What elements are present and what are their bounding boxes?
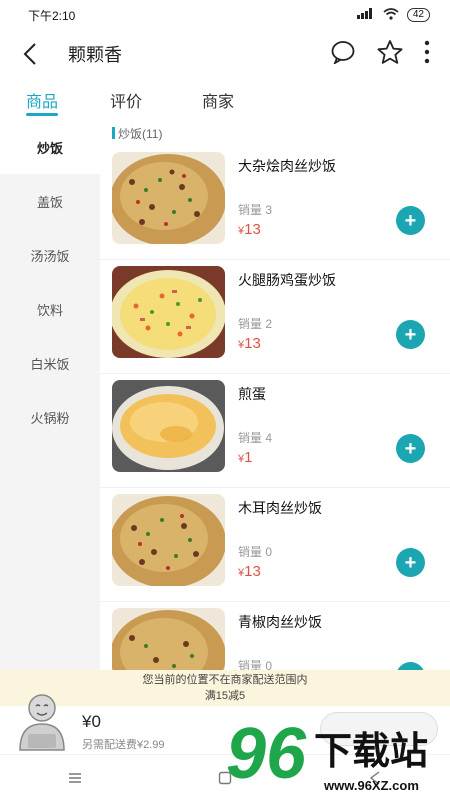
add-to-cart-button[interactable]: + xyxy=(396,548,425,577)
add-to-cart-button[interactable]: + xyxy=(396,662,425,670)
category-item-white-rice[interactable]: 白米饭 xyxy=(0,336,100,390)
cart-total: ¥0 xyxy=(82,712,101,731)
svg-text:96: 96 xyxy=(226,714,307,794)
fried-rice-image xyxy=(112,152,225,244)
status-icons: 42 xyxy=(356,7,430,23)
egg-fried-rice-image xyxy=(112,266,225,358)
section-title: 炒饭(11) xyxy=(118,126,163,141)
tab-bar: 商品 评价 商家 xyxy=(0,84,450,120)
more-button[interactable] xyxy=(424,40,430,69)
plus-icon: + xyxy=(404,551,417,574)
plus-icon: + xyxy=(404,437,417,460)
product-item[interactable]: 青椒肉丝炒饭 销量 0 ¥13 + xyxy=(100,602,450,670)
category-sidebar: 炒饭 盖饭 汤汤饭 饮料 白米饭 火锅粉 xyxy=(0,120,100,670)
wifi-icon xyxy=(383,7,399,23)
favorite-button[interactable] xyxy=(376,39,404,70)
product-name: 青椒肉丝炒饭 xyxy=(238,614,322,630)
site-watermark: 96 下载站 www.96XZ.com xyxy=(226,712,450,800)
svg-text:下载站: 下载站 xyxy=(314,731,428,773)
fried-rice-image xyxy=(112,608,225,670)
category-item-rice-bowl[interactable]: 盖饭 xyxy=(0,174,100,228)
product-item[interactable]: 木耳肉丝炒饭 销量 0 ¥13 + xyxy=(100,488,450,602)
product-sales: 销量 0 xyxy=(238,659,273,670)
product-sales: 销量 0 xyxy=(238,545,273,559)
product-item[interactable]: 火腿肠鸡蛋炒饭 销量 2 ¥13 + xyxy=(100,260,450,374)
product-price: ¥13 xyxy=(238,221,261,238)
page-title: 颗颗香 xyxy=(68,45,122,65)
price-value: 1 xyxy=(244,449,253,466)
product-name: 煎蛋 xyxy=(238,386,266,402)
price-value: 13 xyxy=(244,221,261,238)
product-name: 木耳肉丝炒饭 xyxy=(238,500,322,516)
status-bar: 下午2:10 42 xyxy=(0,0,450,30)
back-arrow-icon xyxy=(23,43,36,65)
category-item-soup-rice[interactable]: 汤汤饭 xyxy=(0,228,100,282)
price-value: 13 xyxy=(244,335,261,352)
product-sales: 销量 2 xyxy=(238,317,273,331)
battery-indicator: 42 xyxy=(406,8,430,22)
product-price: ¥13 xyxy=(238,335,261,352)
status-time: 下午2:10 xyxy=(28,8,76,23)
product-item[interactable]: 大杂烩肉丝炒饭 销量 3 ¥13 + xyxy=(100,146,450,260)
price-value: 13 xyxy=(244,563,261,580)
chat-bubble-icon xyxy=(331,40,355,65)
tab-merchant[interactable]: 商家 xyxy=(202,84,234,116)
more-vertical-icon xyxy=(424,40,430,63)
add-to-cart-button[interactable]: + xyxy=(396,320,425,349)
product-price: ¥13 xyxy=(238,563,261,580)
signal-icon xyxy=(356,8,375,22)
header-actions xyxy=(330,39,450,70)
section-header: 炒饭(11) xyxy=(100,120,450,146)
cart-button[interactable] xyxy=(14,690,70,752)
product-price: ¥1 xyxy=(238,449,252,466)
product-item[interactable]: 煎蛋 销量 4 ¥1 + xyxy=(100,374,450,488)
cart-avatar-icon xyxy=(19,694,65,751)
add-to-cart-button[interactable]: + xyxy=(396,206,425,235)
plus-icon: + xyxy=(404,209,417,232)
category-item-drinks[interactable]: 饮料 xyxy=(0,282,100,336)
app-header: 颗颗香 xyxy=(0,30,450,78)
menu-icon xyxy=(69,772,81,783)
category-item-hotpot-noodles[interactable]: 火锅粉 xyxy=(0,390,100,444)
chat-button[interactable] xyxy=(330,40,356,69)
svg-text:www.96XZ.com: www.96XZ.com xyxy=(323,778,419,793)
product-sales: 销量 3 xyxy=(238,203,273,217)
star-icon xyxy=(377,39,403,64)
tab-reviews[interactable]: 评价 xyxy=(110,84,142,116)
notice-out-of-range: 您当前的位置不在商家配送范围内 xyxy=(142,674,308,686)
tab-products[interactable]: 商品 xyxy=(26,84,59,116)
back-button[interactable] xyxy=(0,43,60,65)
menu-nav-button[interactable] xyxy=(60,763,90,793)
fried-rice-image xyxy=(112,494,225,586)
delivery-fee: 另需配送费¥2.99 xyxy=(82,739,165,751)
product-name: 火腿肠鸡蛋炒饭 xyxy=(238,272,336,288)
product-list: 炒饭(11) 大杂烩肉丝炒饭 销量 3 ¥13 + 火腿肠鸡蛋炒饭 销量 2 ¥… xyxy=(100,120,450,670)
add-to-cart-button[interactable]: + xyxy=(396,434,425,463)
category-item-fried-rice[interactable]: 炒饭 xyxy=(0,120,100,174)
product-sales: 销量 4 xyxy=(238,431,273,445)
fried-egg-image xyxy=(112,380,225,472)
plus-icon: + xyxy=(404,323,417,346)
product-name: 大杂烩肉丝炒饭 xyxy=(238,158,336,174)
